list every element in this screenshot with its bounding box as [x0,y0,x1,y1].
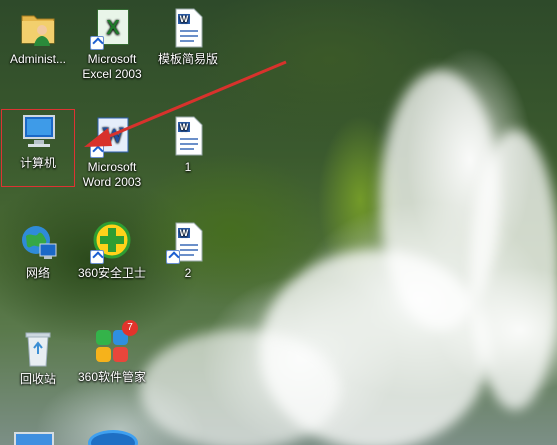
annotation-arrow-icon [84,60,287,147]
desktop-wallpaper[interactable]: Administ... X Microsoft Excel 2003 W 模板简… [0,0,557,445]
